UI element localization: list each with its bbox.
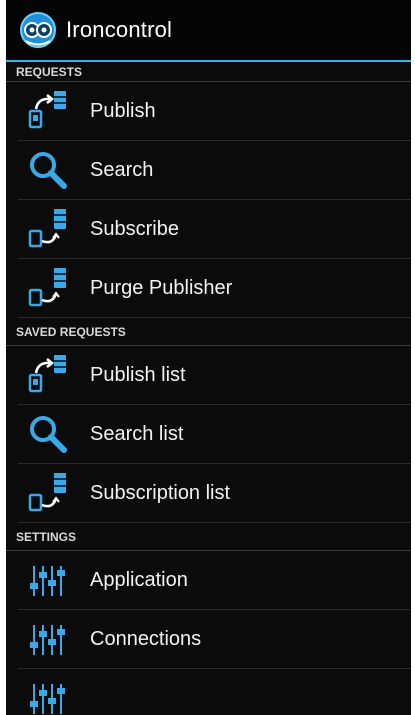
drawer-item-label: Purge Publisher <box>90 276 233 299</box>
settings-sliders-icon <box>26 558 70 602</box>
subscribe-icon <box>26 471 70 515</box>
drawer-item-label: Subscribe <box>90 217 179 240</box>
ironcontrol-logo-icon[interactable] <box>18 10 58 50</box>
drawer-item-connections[interactable]: Connections <box>18 610 411 669</box>
settings-sliders-icon <box>26 617 70 661</box>
action-bar: Ironcontrol <box>6 0 411 62</box>
drawer-item-subscription-list[interactable]: Subscription list <box>18 464 411 523</box>
section-header-saved-requests: SAVED REQUESTS <box>6 318 411 346</box>
drawer-item-label: Search <box>90 158 154 181</box>
drawer-item-search-list[interactable]: Search list <box>18 405 411 464</box>
app-title: Ironcontrol <box>66 17 173 42</box>
drawer-item-label: Subscription list <box>90 481 231 504</box>
requests-section: REQUESTS Publish Search Subscribe Purge … <box>6 62 411 318</box>
drawer-item-application[interactable]: Application <box>18 551 411 610</box>
drawer-item-label: Connections <box>90 627 202 650</box>
drawer-item-subscribe[interactable]: Subscribe <box>18 200 411 259</box>
purge-publisher-icon <box>26 266 70 310</box>
search-icon <box>26 412 70 456</box>
drawer-item-search[interactable]: Search <box>18 141 411 200</box>
drawer-item-purge-publisher[interactable]: Purge Publisher <box>18 259 411 318</box>
search-icon <box>26 148 70 192</box>
drawer-item-publish-list[interactable]: Publish list <box>18 346 411 405</box>
drawer-item-label: Publish list <box>90 363 186 386</box>
drawer-item-cut-off[interactable] <box>18 669 411 715</box>
drawer-item-label: Publish <box>90 99 156 122</box>
publish-icon <box>26 353 70 397</box>
settings-section: SETTINGS Application Connections <box>6 523 411 715</box>
saved-requests-section: SAVED REQUESTS Publish list Search list … <box>6 318 411 523</box>
publish-icon <box>26 89 70 133</box>
section-header-settings: SETTINGS <box>6 523 411 551</box>
settings-sliders-icon <box>26 676 70 715</box>
navigation-drawer-screen: Ironcontrol REQUESTS Publish Search Subs… <box>6 0 411 715</box>
section-header-requests: REQUESTS <box>6 62 411 82</box>
subscribe-icon <box>26 207 70 251</box>
drawer-item-publish[interactable]: Publish <box>18 82 411 141</box>
drawer-item-label: Search list <box>90 422 184 445</box>
drawer-item-label: Application <box>90 568 188 591</box>
